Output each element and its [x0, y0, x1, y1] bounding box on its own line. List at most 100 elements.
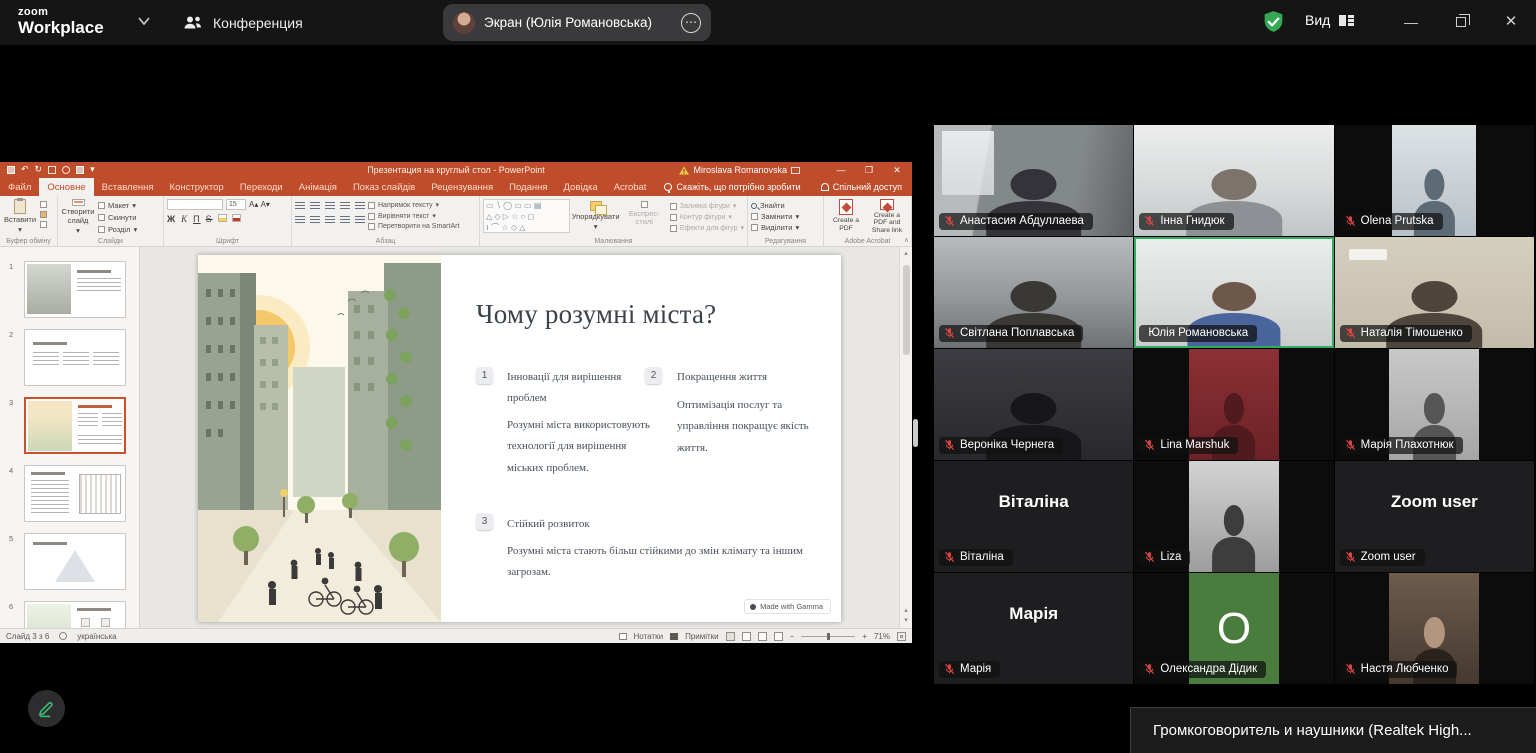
- ppt-share-button: Спільний доступ: [821, 178, 902, 196]
- audio-device-panel[interactable]: Громкоговоритель и наушники (Realtek Hig…: [1130, 707, 1536, 753]
- ppt-tab-transitions: Переходи: [232, 178, 291, 196]
- participant-name: Lina Marshuk: [1160, 439, 1229, 451]
- ppt-tab-review: Рецензування: [423, 178, 501, 196]
- ribbon-group-paragraph: Напрямок тексту ▾ Вирівняти текст ▾ Пере…: [292, 196, 480, 246]
- tab-options-icon[interactable]: ⋯: [681, 13, 701, 33]
- quick-styles-button: Експрес-стилі: [622, 199, 667, 235]
- pdf-share-icon: [880, 199, 894, 210]
- comments-label: Примітки: [685, 632, 719, 641]
- participant-tile-inna-hnydiuk[interactable]: Інна Гнидюк: [1134, 125, 1333, 236]
- bullet-list-icon: [295, 202, 305, 210]
- ppt-tab-help: Довідка: [556, 178, 606, 196]
- minimize-button[interactable]: —: [1398, 10, 1424, 34]
- ppt-tab-home: Основне: [39, 178, 93, 196]
- normal-view-icon: [726, 632, 735, 641]
- section-button: Розділ ▾: [98, 225, 137, 234]
- notes-icon: [619, 633, 627, 640]
- share-person-icon: [821, 183, 829, 191]
- lightbulb-icon: [664, 183, 672, 191]
- ppt-status-bar: Слайд 3 з 6 українська Нотатки Примітки …: [0, 628, 912, 643]
- participant-nameplate: Марія Плахотнюк: [1340, 437, 1463, 454]
- participant-tile-vitalina[interactable]: Віталіна Віталіна: [934, 461, 1133, 572]
- participant-name: Zoom user: [1361, 551, 1416, 563]
- chevron-down-icon[interactable]: [136, 15, 152, 27]
- shared-screen-tab-label: Экран (Юлія Романовська): [484, 15, 652, 30]
- align-text-button: Вирівняти текст ▾: [368, 212, 459, 220]
- font-format-buttons: Ж К П S: [167, 214, 288, 224]
- participant-tile-liza[interactable]: Liza: [1134, 461, 1333, 572]
- mic-muted-icon: [1345, 551, 1356, 563]
- ribbon-group-drawing: ▭ ∖ ◯ ▭ ▭ ▤ △ ◇ ▷ ☆ ○ ◻ ≀ ⌒ ☆ ◇ △ Упоряд…: [480, 196, 748, 246]
- participant-tile-lina-marshuk[interactable]: Lina Marshuk: [1134, 349, 1333, 460]
- ppt-titlebar: ↶ ↻ ▾ Презентация на круглый стол - Powe…: [0, 162, 912, 178]
- mic-muted-icon: [944, 327, 955, 339]
- zoom-slider: [801, 636, 855, 637]
- mic-muted-icon: [944, 663, 955, 675]
- participant-name: Юлія Романовська: [1148, 327, 1248, 339]
- mic-muted-icon: [944, 215, 955, 227]
- ppt-tab-insert: Вставлення: [94, 178, 162, 196]
- air-conditioner: [1349, 249, 1387, 260]
- participant-name: Liza: [1160, 551, 1181, 563]
- shape-effects-button: Ефекти для фігур ▾: [670, 224, 744, 232]
- tab-conference[interactable]: Конференция: [183, 0, 303, 45]
- ppt-account: Miroslava Romanovska: [679, 162, 800, 178]
- mic-muted-icon: [944, 551, 955, 563]
- participant-tile-nastia-liubchenko[interactable]: Настя Любченко: [1335, 573, 1534, 684]
- text-direction-button: Напрямок тексту ▾: [368, 201, 459, 209]
- point-1-heading: Інновації для вирішення проблем: [507, 367, 662, 410]
- create-pdf-share-button: Create a PDF and Share link: [868, 199, 906, 235]
- participant-nameplate: Юлія Романовська: [1139, 325, 1257, 342]
- slide-thumbnail-1: 1: [0, 261, 140, 321]
- participant-tile-yuliia-romanovska-active-speaker[interactable]: Юлія Романовська: [1134, 237, 1333, 348]
- participant-tile-mariia[interactable]: Марія Марія: [934, 573, 1133, 684]
- participant-nameplate: Олександра Дідик: [1139, 661, 1266, 678]
- restore-button[interactable]: [1448, 10, 1474, 34]
- tab-shared-screen[interactable]: Экран (Юлія Романовська) ⋯: [443, 4, 711, 41]
- ppt-ribbon-tabs: Файл Основне Вставлення Конструктор Пере…: [0, 178, 912, 196]
- strikethrough-button: S: [206, 214, 213, 224]
- people-icon: [183, 15, 203, 31]
- security-shield-icon[interactable]: [1261, 9, 1286, 35]
- accessibility-icon: [59, 632, 67, 640]
- participant-nameplate: Lina Marshuk: [1139, 437, 1238, 454]
- participant-gallery: Анастасия Абдуллаева Інна Гнидюк Olena P…: [934, 125, 1534, 684]
- view-button[interactable]: Вид: [1305, 12, 1355, 28]
- restore-icon: [1456, 17, 1466, 27]
- font-name-box: [167, 199, 223, 210]
- warning-icon: [679, 166, 689, 175]
- participant-name: Вероніка Чернега: [960, 439, 1054, 451]
- bold-button: Ж: [167, 214, 176, 224]
- gallery-view-icon: [1338, 13, 1355, 28]
- zoom-workplace-logo: zoom Workplace: [18, 7, 104, 36]
- participant-display-name: Віталіна: [934, 492, 1133, 512]
- close-button[interactable]: ✕: [1498, 10, 1524, 34]
- mic-muted-icon: [1345, 215, 1356, 227]
- slideshow-icon: [774, 632, 783, 641]
- annotate-button[interactable]: [28, 690, 65, 727]
- replace-button: Замінити ▾: [751, 212, 820, 221]
- participant-tile-mariia-plakhotniuk[interactable]: Марія Плахотнюк: [1335, 349, 1534, 460]
- participant-tile-svitlana-poplavska[interactable]: Світлана Поплавська: [934, 237, 1133, 348]
- shapes-gallery: ▭ ∖ ◯ ▭ ▭ ▤ △ ◇ ▷ ☆ ○ ◻ ≀ ⌒ ☆ ◇ △: [483, 199, 570, 233]
- participant-tile-olena-prutska[interactable]: Olena Prutska: [1335, 125, 1534, 236]
- cut-icon: [40, 201, 47, 208]
- align-center-icon: [310, 216, 320, 224]
- participant-nameplate: Zoom user: [1340, 549, 1425, 566]
- participant-nameplate: Віталіна: [939, 549, 1013, 566]
- highlight-color-icon: [218, 214, 227, 222]
- reading-view-icon: [758, 632, 767, 641]
- participant-nameplate: Вероніка Чернега: [939, 437, 1063, 454]
- participant-nameplate: Настя Любченко: [1340, 661, 1458, 678]
- shared-screen-content[interactable]: ↶ ↻ ▾ Презентация на круглый стол - Powe…: [0, 162, 912, 643]
- participant-tile-nataliia-timoshenko[interactable]: Наталія Тімошенко: [1335, 237, 1534, 348]
- gamma-icon: [750, 604, 756, 610]
- ppt-tab-slideshow: Показ слайдів: [345, 178, 423, 196]
- ppt-minimize-icon: —: [830, 162, 852, 178]
- panel-divider-handle[interactable]: [913, 419, 918, 447]
- participant-tile-oleksandra-didyk[interactable]: О Олександра Дідик: [1134, 573, 1333, 684]
- participant-tile-anastasia-abdullaeva[interactable]: Анастасия Абдуллаева: [934, 125, 1133, 236]
- participant-tile-zoom-user[interactable]: Zoom user Zoom user: [1335, 461, 1534, 572]
- point-3-body: Розумні міста стають більш стійкими до з…: [507, 541, 845, 584]
- participant-tile-veronika-cherneha[interactable]: Вероніка Чернега: [934, 349, 1133, 460]
